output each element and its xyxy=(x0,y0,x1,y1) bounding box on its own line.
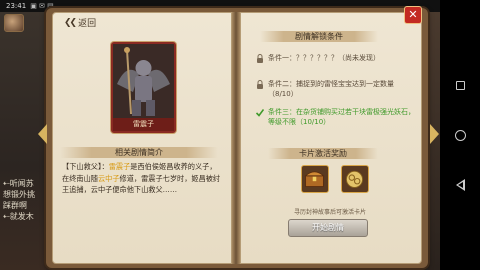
character-card: 雷震子 xyxy=(111,42,176,133)
book-spine xyxy=(232,12,240,264)
story-book xyxy=(46,8,428,268)
status-time: 23:41 xyxy=(6,2,27,10)
next-page-arrow-icon[interactable] xyxy=(430,124,439,144)
reward-slot[interactable] xyxy=(341,165,369,193)
card-name: 雷震子 xyxy=(113,118,174,131)
start-story-button[interactable]: 开始剧情 xyxy=(288,219,368,237)
story-highlight-name: 雷震子 xyxy=(108,162,131,171)
close-button[interactable]: ✕ xyxy=(404,6,422,24)
circle-icon xyxy=(454,129,466,141)
unlock-condition-completed: 条件三：在杂货铺购买过若干块雷极强光妖石，等级不限（10/10） xyxy=(256,107,416,127)
unlock-section-header: 剧情解锁条件 xyxy=(260,31,378,42)
condition-text: 条件三：在杂货铺购买过若干块雷极强光妖石，等级不限（10/10） xyxy=(268,108,415,126)
coin-bag-icon xyxy=(346,170,363,188)
back-label: 返回 xyxy=(78,19,97,29)
reward-hint: 寻历封神故事后可激活卡片 xyxy=(293,209,366,216)
reward-section-header: 卡片激活奖励 xyxy=(268,148,378,159)
check-icon xyxy=(256,109,264,117)
square-icon xyxy=(455,80,465,90)
system-nav-bar xyxy=(440,0,480,270)
double-chevron-left-icon: ❮❮ xyxy=(64,17,77,28)
treasure-chest-icon xyxy=(304,171,325,187)
home-button[interactable] xyxy=(454,129,466,141)
reward-slot[interactable] xyxy=(301,165,329,193)
player-avatar[interactable] xyxy=(4,14,24,32)
triangle-back-icon xyxy=(455,179,465,191)
lock-icon xyxy=(257,54,263,63)
lock-icon xyxy=(257,80,263,89)
condition-text: 条件二：捕捉到的雷怪宝宝达到一定数量（8/10） xyxy=(268,80,394,98)
back-button[interactable]: ❮❮ 返回 xyxy=(64,16,97,30)
story-text-segment: 【下山救父】： xyxy=(62,162,109,171)
unlock-condition: 条件一：？？？？？？（尚未发现） xyxy=(256,53,416,63)
story-highlight-name: 云中子 xyxy=(97,173,120,183)
condition-text: 条件一：？？？？？？（尚未发现） xyxy=(268,54,380,62)
back-nav-button[interactable] xyxy=(454,179,466,191)
prev-page-arrow-icon[interactable] xyxy=(38,124,47,144)
recent-apps-button[interactable] xyxy=(454,79,466,91)
story-summary: 【下山救父】：雷震子是西伯侯姬昌收养的义子，在终南山随云中子修道，雷震子七岁时，… xyxy=(62,161,222,196)
story-section-header: 相关剧情简介 xyxy=(60,147,218,158)
character-portrait xyxy=(113,44,174,118)
unlock-condition: 条件二：捕捉到的雷怪宝宝达到一定数量（8/10） xyxy=(256,79,416,99)
